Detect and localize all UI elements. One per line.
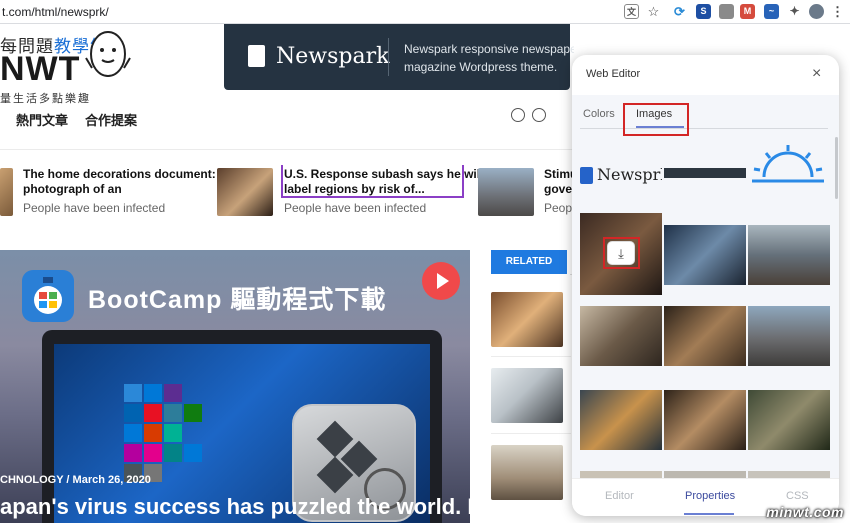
panel-scrollbar[interactable] [835, 137, 838, 199]
play-video-button[interactable] [422, 262, 460, 300]
ticker-thumb-2[interactable] [217, 168, 273, 216]
related-divider [491, 433, 571, 434]
banner-text-line-1: Newspark responsive newspaper [404, 42, 574, 56]
banner-divider [388, 38, 389, 76]
user-icon[interactable] [532, 108, 546, 122]
image-item-9[interactable] [748, 390, 830, 450]
mascot-logo-icon [85, 31, 131, 77]
watermark: minwt.com [766, 504, 844, 520]
tabs-divider [580, 128, 828, 129]
profile-avatar-icon[interactable] [809, 4, 824, 19]
images-tab-highlight [623, 103, 689, 136]
banner-description: Newspark responsive newspaper magazine W… [404, 40, 574, 76]
site-logo-nwt[interactable]: NWT [0, 50, 80, 89]
browser-menu-icon[interactable]: ⋮ [830, 4, 845, 19]
ticker-2-selection-outline [281, 165, 464, 198]
image-item-12[interactable] [748, 471, 830, 478]
banner-text-line-2: magazine Wordpress theme. [404, 60, 558, 74]
panel-body: Colors Images Newsprk [572, 95, 839, 478]
hero-category[interactable]: CHNOLOGY [0, 474, 63, 486]
newsprk-logo-text: Newsprk [597, 165, 662, 184]
newspark-page: 每問題教學網 NWT 量生活多點樂趣 Newspark Newspark res… [0, 24, 850, 523]
ticker-sub-1: People have been infected [23, 201, 166, 215]
extension-doc-icon[interactable] [719, 4, 734, 19]
ticker-title-1-line-2: photograph of an [23, 182, 122, 196]
play-icon [437, 273, 449, 289]
sunrise-icon[interactable] [748, 141, 828, 187]
extension-chart-icon[interactable]: ~ [764, 4, 779, 19]
ticker-sub-2: People have been infected [284, 201, 427, 215]
image-item-newsprk-logo[interactable]: Newsprk [580, 163, 662, 187]
image-item-8[interactable] [664, 390, 746, 450]
ticker-thumb-1[interactable] [0, 168, 13, 216]
grenade-app-icon [22, 270, 74, 322]
related-badge: RELATED [491, 250, 567, 274]
image-item-dark-banner[interactable] [664, 168, 746, 178]
image-item-3[interactable] [748, 225, 830, 285]
header-divider [0, 149, 575, 150]
extension-s-icon[interactable]: S [696, 4, 711, 19]
tab-colors[interactable]: Colors [583, 108, 615, 120]
extension-red-icon[interactable]: M [740, 4, 755, 19]
tab-css[interactable]: CSS [786, 490, 809, 502]
browser-address-bar[interactable]: t.com/html/newsprk/ 文 ☆ ⟳ S M ~ ✦ ⋮ [0, 0, 850, 24]
image-item-10[interactable] [580, 471, 662, 478]
nav-popular[interactable]: 熱門文章 [16, 110, 68, 129]
banner-brand: Newspark [276, 44, 390, 69]
related-divider [491, 356, 571, 357]
site-logo-slogan: 量生活多點樂趣 [0, 93, 91, 105]
download-highlight [603, 237, 640, 269]
related-thumb-2[interactable] [491, 368, 563, 423]
ticker-thumb-3[interactable] [478, 168, 534, 216]
panel-title: Web Editor [586, 68, 641, 80]
ticker-title-1-line-1: The home decorations document: [23, 167, 216, 181]
hero-headline[interactable]: apan's virus success has puzzled the wor… [0, 494, 470, 520]
image-item-7[interactable] [580, 390, 662, 450]
hero-bootcamp-title: BootCamp 驅動程式下載 [88, 286, 387, 314]
bookmark-star-icon[interactable]: ☆ [646, 4, 661, 19]
tab-properties[interactable]: Properties [685, 490, 735, 502]
newspark-logo-icon [248, 45, 265, 67]
newsprk-logo-icon [580, 167, 593, 184]
url-text[interactable]: t.com/html/newsprk/ [2, 5, 109, 19]
nav-cooperation[interactable]: 合作提案 [85, 110, 137, 129]
image-item-5[interactable] [664, 306, 746, 366]
image-item-4[interactable] [580, 306, 662, 366]
extension-sync-icon[interactable]: ⟳ [672, 4, 687, 19]
ticker-title-1[interactable]: The home decorations document: photograp… [23, 167, 216, 197]
tab-editor[interactable]: Editor [605, 490, 634, 502]
related-thumb-1[interactable] [491, 292, 563, 347]
hero-meta: CHNOLOGY / March 26, 2020 [0, 474, 151, 486]
image-item-6[interactable] [748, 306, 830, 366]
bottom-tab-indicator [684, 513, 734, 515]
grenade-icon [34, 277, 62, 314]
panel-header: Web Editor × [572, 55, 839, 95]
extensions-puzzle-icon[interactable]: ✦ [787, 4, 802, 19]
translate-icon[interactable]: 文 [624, 4, 639, 19]
hero-date: March 26, 2020 [72, 474, 151, 486]
related-thumb-3[interactable] [491, 445, 563, 500]
close-icon[interactable]: × [812, 65, 821, 83]
search-icon[interactable] [511, 108, 525, 122]
image-item-11[interactable] [664, 471, 746, 478]
web-editor-panel: Web Editor × Colors Images Newsprk [572, 55, 839, 516]
image-item-2[interactable] [664, 225, 746, 285]
hero-featured-image[interactable]: BootCamp 驅動程式下載 CHNOLOGY / March 26, 202… [0, 250, 470, 523]
